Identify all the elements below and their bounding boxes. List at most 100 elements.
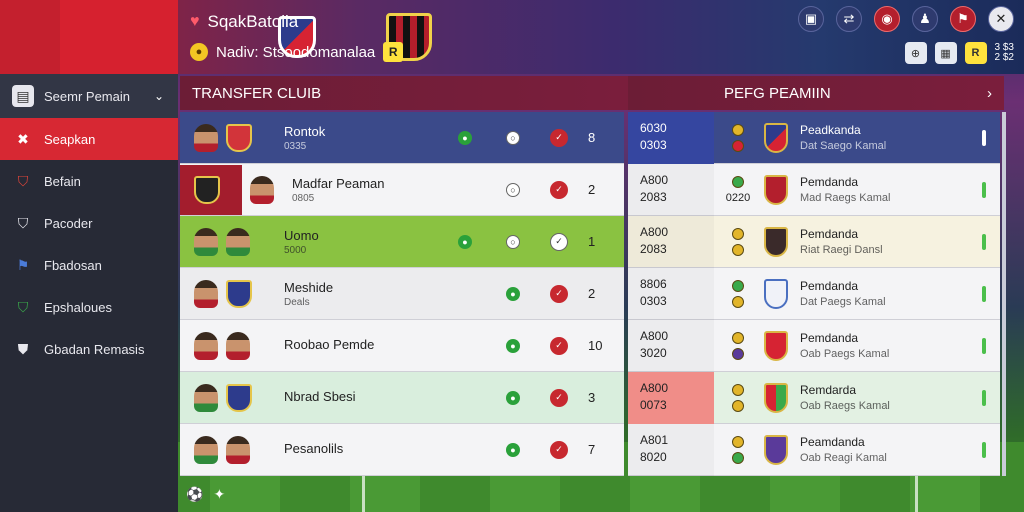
status-icon: ● bbox=[506, 286, 520, 301]
sidebar-item-5[interactable]: ⛊ Gbadan Remasis bbox=[0, 328, 178, 370]
coin-icon bbox=[732, 243, 744, 256]
team-icon: ⛉ bbox=[17, 214, 29, 231]
status-icon: ○ bbox=[506, 130, 520, 145]
player-avatar bbox=[226, 331, 250, 360]
club-crest-icon bbox=[764, 226, 788, 257]
club-crest-icon bbox=[764, 174, 788, 205]
header-toolbar: ▣ ⇄ ◉ ♟ ⚑ ✕ bbox=[798, 6, 1014, 32]
player-avatar bbox=[226, 227, 250, 256]
club-crest-icon bbox=[194, 175, 220, 204]
target-icon[interactable]: ⊕ bbox=[904, 42, 927, 64]
table-row[interactable]: Roobao Pemde ● ✓ 10 bbox=[180, 320, 624, 372]
ball-icon[interactable]: ⚽ bbox=[186, 486, 203, 503]
table-row[interactable]: Nbrad Sbesi ● ✓ 3 bbox=[180, 372, 624, 424]
transfer-list: Rontok 0335 ● ○ ✓ 8 Madfar Peaman 0805 ○ ✓… bbox=[180, 112, 624, 476]
list-item[interactable]: 6030 0303 Peadkanda Dat Saego Kamal bbox=[628, 111, 1000, 164]
status-bar bbox=[982, 233, 986, 250]
sidebar: ▤ Seemr Pemain ⌄ ✖ Seapkan ⛉ Befain ⛉ Pa… bbox=[0, 74, 178, 512]
coin-icon bbox=[732, 295, 744, 308]
table-row[interactable]: Meshide Deals ● ✓ 2 bbox=[180, 268, 624, 320]
table-row[interactable]: Madfar Peaman 0805 ○ ✓ 2 bbox=[180, 164, 624, 216]
coin-icon bbox=[732, 399, 744, 412]
menu-icon: ▤ bbox=[12, 85, 34, 107]
status-icon: ○ bbox=[506, 234, 520, 249]
status-icon: ✓ bbox=[550, 336, 568, 355]
coin-icon bbox=[732, 383, 744, 396]
status-icon: ○ bbox=[506, 182, 520, 197]
coin-icon bbox=[732, 451, 744, 464]
coin-icon bbox=[732, 435, 744, 448]
sidebar-item-2[interactable]: ⛉ Pacoder bbox=[0, 202, 178, 244]
shield-icon: ✖ bbox=[17, 130, 29, 147]
transfer-icon[interactable]: ⇄ bbox=[836, 6, 862, 32]
status-icon: ✓ bbox=[550, 128, 568, 147]
top-header: ♥ SqakBatolia ● Nadiv: Stsoodomanalaa R … bbox=[0, 0, 1024, 74]
player-avatar bbox=[194, 331, 218, 360]
table-row[interactable]: Pesanolils ● ✓ 7 bbox=[180, 424, 624, 476]
crest-icon: ⛉ bbox=[17, 298, 29, 315]
footer-toolbar: ⚽ ✦ bbox=[186, 486, 225, 503]
header-status: ⊕ ▦ R 3 $3 2 $2 bbox=[904, 42, 1014, 64]
club-icon[interactable]: ◉ bbox=[874, 6, 900, 32]
player-avatar bbox=[194, 123, 218, 152]
status-icon: ✓ bbox=[550, 440, 568, 459]
table-row[interactable]: Rontok 0335 ● ○ ✓ 8 bbox=[180, 112, 624, 164]
pitch-line bbox=[362, 472, 365, 512]
badge-icon: ⛊ bbox=[17, 340, 29, 357]
club-crest-icon bbox=[764, 278, 788, 309]
club-crest-icon bbox=[764, 434, 788, 465]
club-crest-icon bbox=[764, 330, 788, 361]
grid-icon[interactable]: ▦ bbox=[934, 42, 957, 64]
sidebar-dropdown[interactable]: ▤ Seemr Pemain ⌄ bbox=[0, 74, 178, 118]
player-icon[interactable]: ♟ bbox=[912, 6, 938, 32]
list-item[interactable]: A800 2083 0220 Pemdanda Mad Raegs Kamal bbox=[628, 164, 1000, 216]
club-icon bbox=[732, 347, 744, 360]
table-row[interactable]: Uomo 5000 ● ○ ✓ 1 bbox=[180, 216, 624, 268]
list-item[interactable]: A800 3020 Pemdanda Oab Paegs Kamal bbox=[628, 320, 1000, 372]
player-panel-header: PEFG PEAMIIN › bbox=[628, 76, 1004, 110]
coin-icon bbox=[732, 279, 744, 292]
flag-icon[interactable]: ⚑ bbox=[950, 6, 976, 32]
list-item[interactable]: A800 2083 Pemdanda Riat Raegi Dansl bbox=[628, 216, 1000, 268]
status-bar bbox=[982, 129, 986, 146]
rank-badge: R bbox=[383, 42, 404, 62]
status-bar bbox=[982, 389, 986, 406]
club-crest-icon bbox=[226, 383, 252, 412]
player-avatar bbox=[226, 435, 250, 464]
page-title: ♥ SqakBatolia bbox=[190, 12, 299, 31]
status-icon: ● bbox=[506, 390, 520, 405]
settings-icon[interactable]: ✕ bbox=[988, 6, 1014, 32]
status-bar bbox=[982, 285, 986, 302]
star-icon[interactable]: ✦ bbox=[213, 486, 225, 503]
player-avatar bbox=[250, 175, 274, 204]
stats-icon[interactable]: ▣ bbox=[798, 6, 824, 32]
status-icon: ● bbox=[506, 442, 520, 457]
sidebar-item-3[interactable]: ⚑ Fbadosan bbox=[0, 244, 178, 286]
status-icon: ✓ bbox=[550, 284, 568, 303]
list-item[interactable]: A801 8020 Peamdanda Oab Reagi Kamal bbox=[628, 424, 1000, 476]
player-avatar bbox=[194, 435, 218, 464]
status-bar bbox=[982, 181, 986, 198]
status-bar bbox=[982, 441, 986, 458]
sidebar-item-1[interactable]: ⛉ Befain bbox=[0, 160, 178, 202]
scrollbar[interactable] bbox=[1002, 112, 1006, 476]
player-avatar bbox=[194, 227, 218, 256]
status-icon: ✓ bbox=[550, 388, 568, 407]
coin-icon bbox=[732, 227, 744, 240]
page-subtitle: ● Nadiv: Stsoodomanalaa R bbox=[190, 42, 404, 62]
coin-icon bbox=[732, 331, 744, 344]
currency-readout: 3 $3 2 $2 bbox=[994, 42, 1014, 63]
list-item[interactable]: 8806 0303 Pemdanda Dat Paegs Kamal bbox=[628, 268, 1000, 320]
app-logo[interactable] bbox=[0, 0, 316, 74]
collapse-icon[interactable]: › bbox=[987, 85, 992, 102]
club-logo[interactable] bbox=[60, 0, 432, 74]
flag-icon: ⚑ bbox=[16, 256, 30, 273]
club-icon bbox=[732, 139, 744, 152]
player-avatar bbox=[194, 383, 218, 412]
coin-icon bbox=[732, 123, 744, 136]
sidebar-item-0[interactable]: ✖ Seapkan bbox=[0, 118, 178, 160]
club-crest-icon bbox=[226, 123, 252, 152]
status-icon: ✓ bbox=[550, 232, 568, 251]
list-item[interactable]: A800 0073 Remdarda Oab Raegs Kamal bbox=[628, 371, 1000, 424]
sidebar-item-4[interactable]: ⛉ Epshaloues bbox=[0, 286, 178, 328]
